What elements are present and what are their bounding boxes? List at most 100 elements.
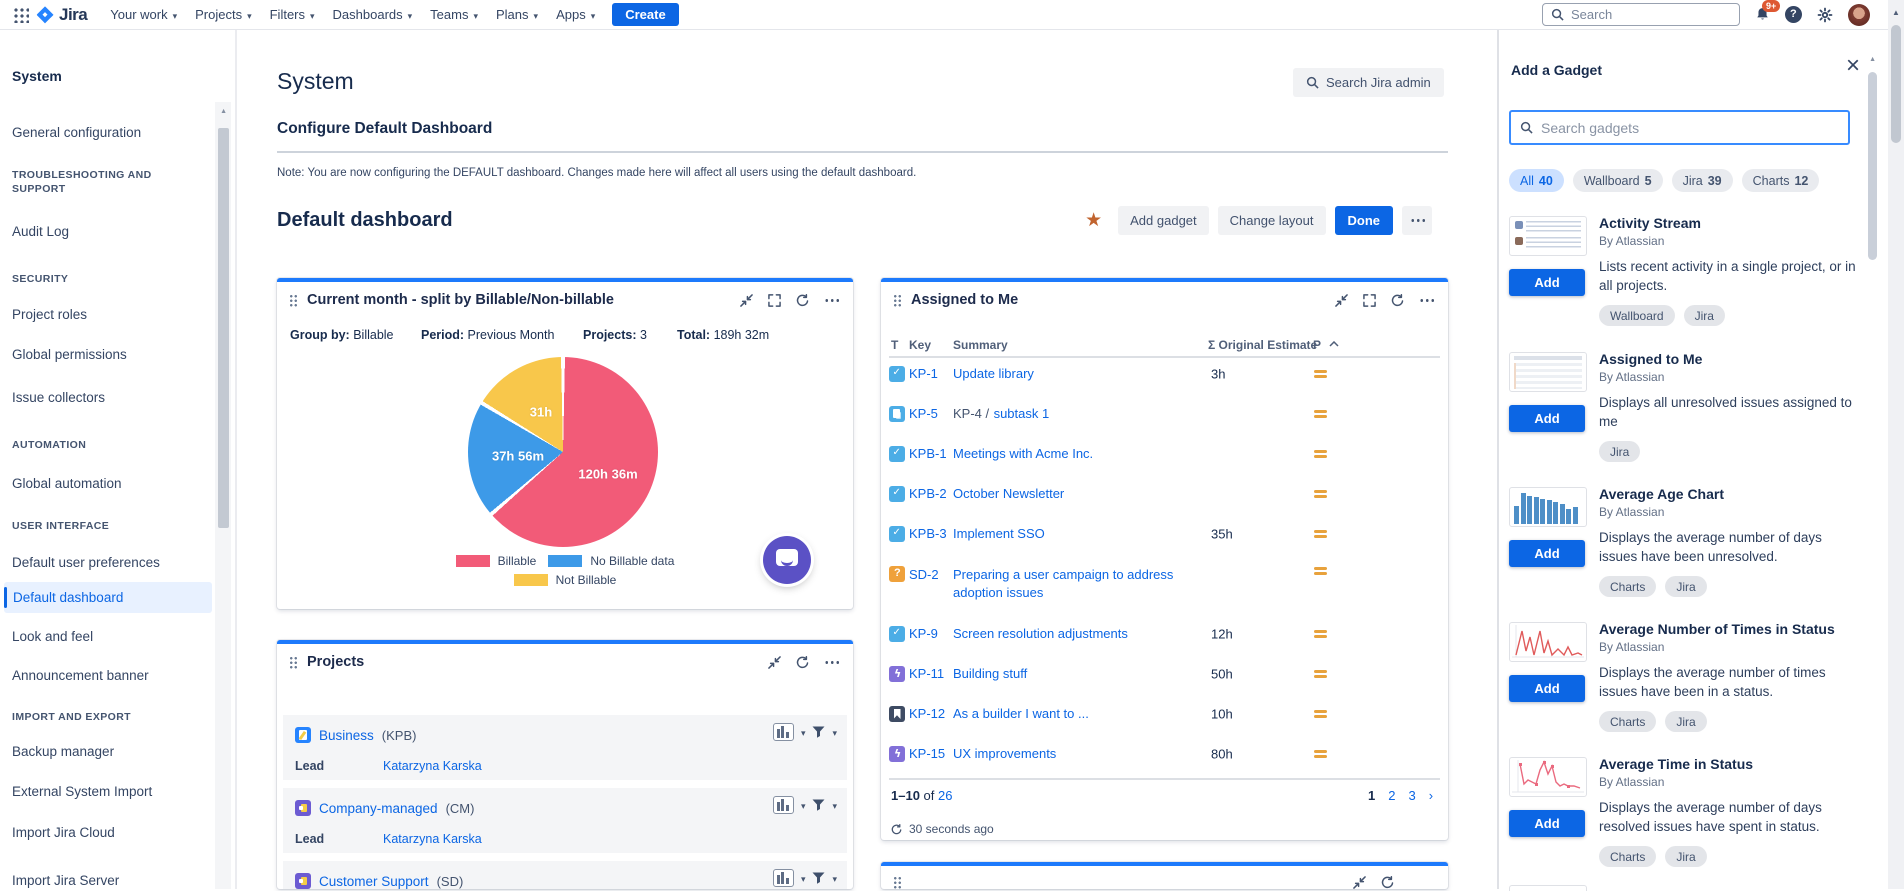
refresh-icon[interactable] — [1381, 876, 1394, 889]
chevron-down-icon[interactable] — [801, 723, 806, 741]
chat-widget-button[interactable] — [763, 536, 811, 584]
dashboard-more-button[interactable] — [1402, 206, 1432, 235]
user-avatar[interactable] — [1848, 4, 1870, 26]
project-chart-button[interactable] — [773, 796, 794, 814]
gadget-more-icon[interactable] — [1419, 299, 1434, 302]
gadget-search-input[interactable] — [1541, 120, 1839, 136]
gadget-more-icon[interactable] — [824, 661, 839, 664]
help-button[interactable] — [1785, 6, 1802, 23]
done-button[interactable]: Done — [1335, 206, 1394, 235]
project-lead-link[interactable]: Katarzyna Karska — [383, 759, 482, 773]
favorite-star-icon[interactable] — [1085, 209, 1102, 232]
table-row[interactable]: KP-5 KP-4 / subtask 1 — [881, 394, 1448, 434]
add-gadget-button[interactable]: Add gadget — [1118, 206, 1209, 235]
app-switcher-icon[interactable] — [12, 6, 29, 23]
filter-chip-charts[interactable]: Charts12 — [1742, 169, 1820, 192]
refresh-icon[interactable] — [796, 656, 809, 669]
sidebar-item-announcement-banner[interactable]: Announcement banner — [12, 668, 149, 683]
column-header-type[interactable]: T — [891, 338, 898, 352]
nav-plans[interactable]: Plans — [487, 0, 547, 30]
project-lead-link[interactable]: Katarzyna Karska — [383, 832, 482, 846]
chevron-down-icon[interactable] — [832, 869, 837, 887]
issue-key-link[interactable]: KP-12 — [909, 706, 945, 721]
issue-key-link[interactable]: KP-9 — [909, 626, 938, 641]
issue-key-link[interactable]: KP-5 — [909, 406, 938, 421]
gadget-search-field[interactable] — [1509, 110, 1850, 145]
sidebar-item-external-system-import[interactable]: External System Import — [12, 784, 152, 799]
sidebar-item-backup-manager[interactable]: Backup manager — [12, 744, 114, 759]
sidebar-item-global-permissions[interactable]: Global permissions — [12, 347, 127, 362]
pagination-total-link[interactable]: 26 — [938, 788, 952, 803]
sidebar-item-project-roles[interactable]: Project roles — [12, 307, 87, 322]
page-number-current[interactable]: 1 — [1368, 788, 1375, 803]
issue-summary-link[interactable]: As a builder I want to ... — [953, 706, 1089, 721]
issue-summary-link[interactable]: Preparing a user campaign to address ado… — [953, 567, 1173, 600]
add-gadget-card-button[interactable]: Add — [1509, 810, 1585, 837]
nav-dashboards[interactable]: Dashboards — [324, 0, 422, 30]
filter-chip-all[interactable]: All40 — [1509, 169, 1564, 192]
nav-teams[interactable]: Teams — [421, 0, 487, 30]
scroll-up-arrow-icon[interactable] — [1892, 8, 1900, 17]
issue-summary-link[interactable]: October Newsletter — [953, 486, 1064, 501]
chevron-down-icon[interactable] — [801, 869, 806, 887]
sidebar-item-global-automation[interactable]: Global automation — [12, 476, 122, 491]
issue-key-link[interactable]: KPB-2 — [909, 486, 947, 501]
settings-button[interactable] — [1817, 7, 1833, 23]
sidebar-item-look-and-feel[interactable]: Look and feel — [12, 629, 93, 644]
table-row[interactable]: KPB-3 Implement SSO 35h — [881, 514, 1448, 554]
project-chart-button[interactable] — [773, 869, 794, 887]
chevron-down-icon[interactable] — [832, 723, 837, 741]
global-search-input[interactable] — [1571, 7, 1711, 22]
collapse-icon[interactable] — [1335, 294, 1348, 307]
search-jira-admin-button[interactable]: Search Jira admin — [1293, 68, 1444, 97]
filter-chip-jira[interactable]: Jira39 — [1672, 169, 1733, 192]
nav-your-work[interactable]: Your work — [101, 0, 186, 30]
nav-filters[interactable]: Filters — [261, 0, 324, 30]
add-gadget-card-button[interactable]: Add — [1509, 540, 1585, 567]
chevron-down-icon[interactable] — [801, 796, 806, 814]
column-header-priority[interactable]: P — [1313, 338, 1321, 352]
table-row[interactable]: KP-11 Building stuff 50h — [881, 654, 1448, 694]
sort-ascending-icon[interactable] — [1329, 341, 1339, 347]
page-number-link[interactable]: 2 — [1388, 788, 1395, 803]
collapse-icon[interactable] — [1353, 876, 1366, 889]
collapse-icon[interactable] — [768, 656, 781, 669]
sidebar-item-import-jira-cloud[interactable]: Import Jira Cloud — [12, 825, 115, 840]
issue-summary-link[interactable]: subtask 1 — [994, 406, 1050, 421]
close-icon[interactable] — [1846, 54, 1860, 78]
sidebar-item-import-jira-server[interactable]: Import Jira Server — [12, 873, 119, 888]
nav-projects[interactable]: Projects — [186, 0, 261, 30]
fullscreen-icon[interactable] — [768, 294, 781, 307]
refresh-icon[interactable] — [796, 294, 809, 307]
table-row[interactable]: KPB-1 Meetings with Acme Inc. — [881, 434, 1448, 474]
issue-summary-link[interactable]: Implement SSO — [953, 526, 1045, 541]
collapse-icon[interactable] — [740, 294, 753, 307]
drag-handle-icon[interactable] — [893, 294, 902, 307]
drag-handle-icon[interactable] — [893, 876, 902, 889]
refresh-icon[interactable] — [1391, 294, 1404, 307]
column-header-key[interactable]: Key — [909, 338, 931, 352]
panel-scrollbar-thumb[interactable] — [1868, 72, 1877, 260]
project-name-link[interactable]: Company-managed — [319, 801, 438, 816]
project-chart-button[interactable] — [773, 723, 794, 741]
column-header-estimate[interactable]: Σ Original Estimate — [1208, 338, 1317, 352]
scroll-up-arrow-icon[interactable] — [1869, 56, 1876, 63]
table-row[interactable]: SD-2 Preparing a user campaign to addres… — [881, 554, 1448, 614]
project-name-link[interactable]: Business — [319, 728, 374, 743]
issue-key-link[interactable]: KPB-3 — [909, 526, 947, 541]
issue-key-link[interactable]: KPB-1 — [909, 446, 947, 461]
sidebar-item-issue-collectors[interactable]: Issue collectors — [12, 390, 105, 405]
issue-summary-link[interactable]: Meetings with Acme Inc. — [953, 446, 1093, 461]
next-page-chevron[interactable]: › — [1429, 788, 1433, 803]
table-row[interactable]: KP-1 Update library 3h — [881, 354, 1448, 394]
chevron-down-icon[interactable] — [832, 796, 837, 814]
jira-logo[interactable]: Jira — [35, 5, 87, 25]
refresh-icon[interactable] — [891, 824, 902, 835]
gadget-more-icon[interactable] — [824, 299, 839, 302]
sidebar-scrollbar-thumb[interactable] — [218, 128, 229, 528]
global-search[interactable] — [1542, 3, 1740, 26]
issue-summary-link[interactable]: Screen resolution adjustments — [953, 626, 1128, 641]
filter-funnel-icon[interactable] — [812, 799, 825, 811]
window-scrollbar[interactable] — [1888, 0, 1904, 889]
filter-funnel-icon[interactable] — [812, 726, 825, 738]
